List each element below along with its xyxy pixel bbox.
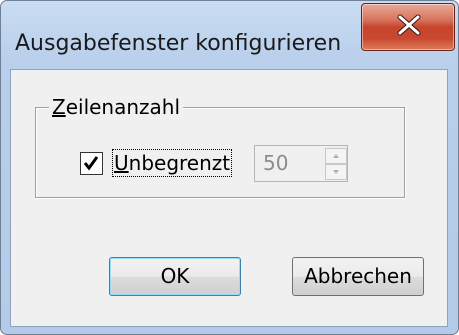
close-x-icon — [397, 14, 421, 36]
title-bar[interactable]: Ausgabefenster konfigurieren — [1, 1, 458, 69]
line-count-group-label: Zeilenanzahl — [49, 94, 184, 120]
unlimited-checkbox-label[interactable]: Unbegrenzt — [111, 149, 233, 177]
ok-button[interactable]: OK — [109, 257, 241, 296]
cancel-button[interactable]: Abbrechen — [292, 257, 424, 296]
group-label-text: eilenanzahl — [65, 95, 181, 119]
checkmark-icon — [83, 156, 99, 171]
unlimited-label-accelerator: U — [114, 151, 129, 175]
line-count-value: 50 — [263, 151, 289, 175]
spin-down-button[interactable] — [325, 164, 347, 180]
group-label-accelerator: Z — [52, 95, 66, 119]
spin-up-button[interactable] — [325, 148, 347, 164]
window-title: Ausgabefenster konfigurieren — [15, 31, 342, 56]
unlimited-label-text: nbegrenzt — [128, 151, 231, 175]
unlimited-checkbox[interactable] — [80, 152, 103, 175]
dialog-window: Ausgabefenster konfigurieren Zeilenanzah… — [0, 0, 459, 335]
chevron-up-icon — [333, 154, 339, 158]
close-button[interactable] — [361, 3, 455, 51]
chevron-down-icon — [333, 170, 339, 174]
dialog-client-area: Zeilenanzahl Unbegrenzt 50 OK Abbrechen — [10, 69, 448, 327]
